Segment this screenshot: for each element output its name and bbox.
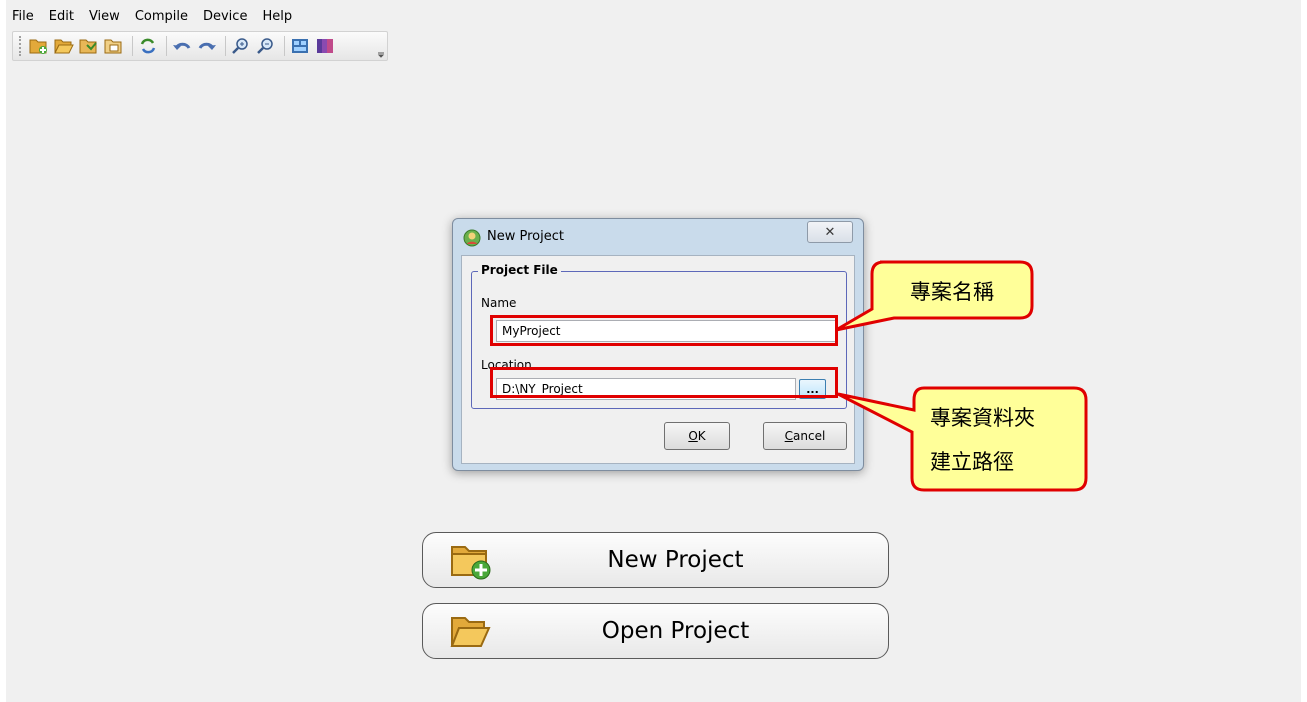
location-callout-text-line2: 建立路徑 bbox=[930, 450, 1014, 474]
location-callout-text-line1: 專案資料夾 bbox=[930, 406, 1035, 430]
name-callout-text: 專案名稱 bbox=[910, 280, 994, 304]
open-project-button[interactable]: Open Project bbox=[422, 603, 889, 659]
new-project-button[interactable]: New Project bbox=[422, 532, 889, 588]
open-project-label: Open Project bbox=[601, 618, 750, 644]
new-project-label: New Project bbox=[607, 547, 744, 573]
callout-shapes bbox=[835, 260, 1088, 492]
